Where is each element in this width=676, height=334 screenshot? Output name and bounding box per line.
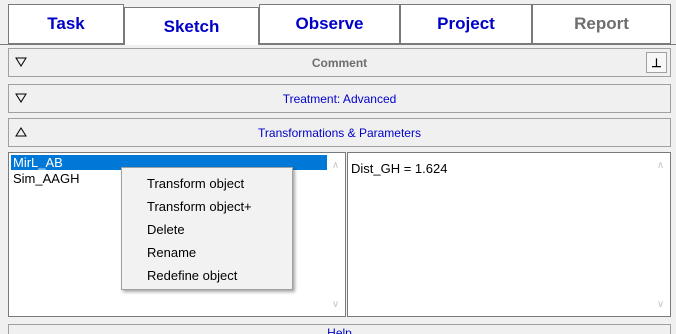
help-section-header[interactable]: Help — [8, 324, 671, 334]
comment-label: Comment — [311, 55, 368, 70]
context-menu: Transform object Transform object+ Delet… — [121, 167, 293, 290]
tab-task[interactable]: Task — [8, 4, 124, 44]
menu-item-transform-object[interactable]: Transform object — [122, 172, 292, 195]
tab-sketch[interactable]: Sketch — [124, 7, 259, 45]
tab-observe[interactable]: Observe — [259, 4, 400, 44]
scroll-down-icon[interactable]: ∨ — [652, 297, 669, 311]
tab-report[interactable]: Report — [532, 4, 671, 44]
menu-item-rename[interactable]: Rename — [122, 241, 292, 264]
transformations-label: Transformations & Parameters — [258, 125, 421, 140]
treatment-label: Treatment: Advanced — [282, 91, 397, 106]
pin-button[interactable]: ⊥ — [646, 52, 667, 73]
comment-section-header[interactable]: Comment ⊥ — [8, 48, 671, 77]
help-label: Help — [327, 326, 352, 334]
parameters-scrollbar[interactable]: ∧ ∨ — [652, 154, 669, 315]
object-list-scrollbar[interactable]: ∧ ∨ — [327, 154, 344, 315]
scroll-down-icon[interactable]: ∨ — [327, 297, 344, 311]
tab-strip: Task Sketch Observe Project Report — [0, 0, 676, 48]
transformations-section-header[interactable]: Transformations & Parameters — [8, 118, 671, 147]
scroll-up-icon[interactable]: ∧ — [652, 158, 669, 172]
parameter-value: Dist_GH = 1.624 — [351, 161, 448, 176]
scroll-up-icon[interactable]: ∧ — [327, 158, 344, 172]
tab-project[interactable]: Project — [400, 4, 532, 44]
menu-item-transform-object-plus[interactable]: Transform object+ — [122, 195, 292, 218]
menu-item-delete[interactable]: Delete — [122, 218, 292, 241]
treatment-section-header[interactable]: Treatment: Advanced — [8, 84, 671, 113]
tab-divider — [0, 44, 676, 45]
list-item-sim-aagh[interactable]: Sim_AAGH — [11, 171, 79, 186]
menu-item-redefine-object[interactable]: Redefine object — [122, 264, 292, 287]
parameters-text-area[interactable]: Dist_GH = 1.624 ∧ ∨ — [347, 152, 671, 317]
